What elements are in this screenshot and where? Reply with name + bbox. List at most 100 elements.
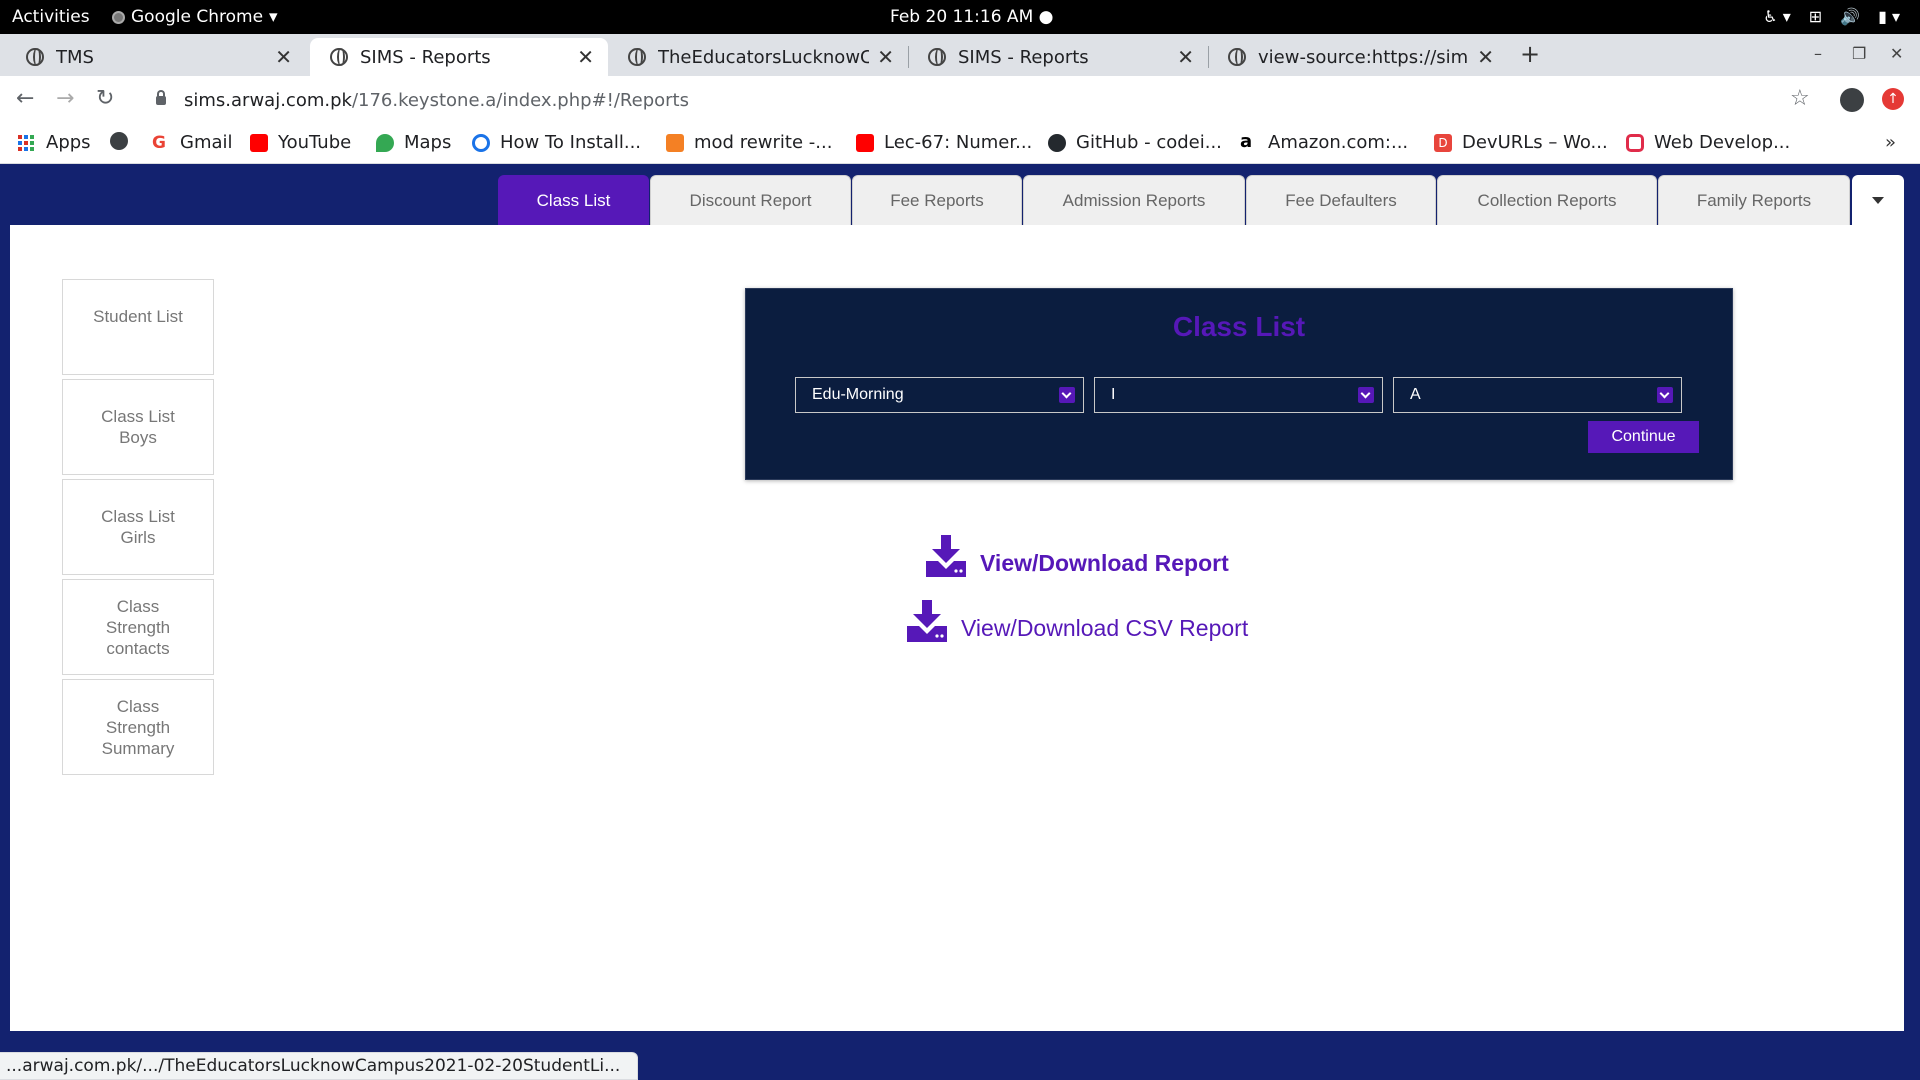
- bookmarks-overflow-icon[interactable]: »: [1885, 132, 1896, 153]
- bookmark-web-develop[interactable]: Web Develop...: [1626, 132, 1790, 153]
- bookmark-globe[interactable]: [110, 132, 138, 150]
- view-download-csv-label: View/Download CSV Report: [961, 615, 1249, 641]
- view-download-report-label: View/Download Report: [980, 550, 1229, 576]
- view-download-csv-link[interactable]: View/Download CSV Report: [905, 600, 1248, 642]
- new-tab-button[interactable]: +: [1520, 40, 1540, 68]
- web-develop-icon: [1626, 133, 1644, 152]
- tabs-more-dropdown[interactable]: [1852, 175, 1904, 225]
- chrome-icon: [112, 10, 125, 24]
- profile-avatar[interactable]: [1840, 88, 1864, 112]
- section-select[interactable]: A: [1393, 377, 1682, 413]
- tab-title: SIMS - Reports: [360, 46, 491, 68]
- section-select-value: A: [1410, 386, 1421, 403]
- globe-icon: [26, 48, 44, 66]
- loading-icon: [472, 133, 490, 152]
- tab-title: view-source:https://sims.a: [1258, 46, 1469, 68]
- close-icon[interactable]: ✕: [577, 45, 594, 69]
- activities-button[interactable]: Activities: [12, 7, 90, 27]
- system-tray[interactable]: ♿ ▾ ⊞ 🔊 ▮ ▾: [1763, 7, 1900, 26]
- tab-fee-defaulters[interactable]: Fee Defaulters: [1246, 175, 1436, 225]
- browser-tab-sims-reports-2[interactable]: SIMS - Reports ✕: [908, 38, 1208, 76]
- back-button[interactable]: ←: [16, 86, 34, 111]
- minimize-button[interactable]: –: [1814, 44, 1822, 63]
- bookmark-label: GitHub - codei...: [1076, 132, 1222, 153]
- tab-discount-report[interactable]: Discount Report: [650, 175, 851, 225]
- bookmark-gmail[interactable]: G Gmail: [152, 132, 233, 153]
- chevron-down-icon: [1657, 387, 1673, 403]
- panel-title: Class List: [1172, 311, 1306, 342]
- extension-icon[interactable]: ↑: [1882, 88, 1904, 110]
- accessibility-icon[interactable]: ♿ ▾: [1763, 7, 1790, 26]
- bookmark-devurls[interactable]: D DevURLs – Wo...: [1434, 132, 1608, 153]
- url-path: /176.keystone.a/index.php#!/Reports: [351, 89, 689, 111]
- globe-icon: [110, 132, 128, 150]
- tab-fee-reports[interactable]: Fee Reports: [852, 175, 1022, 225]
- bookmark-how-to-install[interactable]: How To Install...: [472, 132, 641, 153]
- bookmark-star-icon[interactable]: ☆: [1790, 86, 1810, 111]
- google-icon: G: [152, 133, 170, 152]
- app-menu[interactable]: Google Chrome ▾: [112, 7, 278, 27]
- globe-icon: [628, 48, 646, 66]
- restore-button[interactable]: ❐: [1852, 44, 1866, 63]
- bookmark-youtube[interactable]: YouTube: [250, 132, 351, 153]
- sidebar-item-class-strength-contacts[interactable]: Class Strength contacts: [62, 579, 214, 675]
- browser-tab-tms[interactable]: TMS ✕: [6, 38, 306, 76]
- bookmark-amazon[interactable]: a Amazon.com:...: [1240, 132, 1408, 153]
- sidebar-item-class-list-girls[interactable]: Class List Girls: [62, 479, 214, 575]
- bookmark-lec-67[interactable]: Lec-67: Numer...: [856, 132, 1032, 153]
- globe-icon: [330, 48, 348, 66]
- close-icon[interactable]: ✕: [877, 45, 894, 69]
- window-close-button[interactable]: ✕: [1890, 44, 1903, 63]
- tab-class-list[interactable]: Class List: [498, 175, 649, 225]
- view-download-report-link[interactable]: View/Download Report: [924, 535, 1229, 577]
- bookmark-github[interactable]: GitHub - codei...: [1048, 132, 1222, 153]
- bookmark-label: Web Develop...: [1654, 132, 1791, 153]
- class-select-value: I: [1111, 386, 1116, 403]
- sidebar-item-student-list[interactable]: Student List: [62, 279, 214, 375]
- github-icon: [1048, 133, 1066, 152]
- apps-grid-icon: [18, 134, 34, 151]
- amazon-icon: a: [1240, 130, 1253, 152]
- close-icon[interactable]: ✕: [1177, 45, 1194, 69]
- chevron-down-icon: [1059, 387, 1075, 403]
- browser-toolbar: ← → ↻ sims.arwaj.com.pk/176.keystone.a/i…: [0, 76, 1920, 124]
- sidebar-item-label: Student List: [93, 307, 183, 326]
- youtube-icon: [250, 133, 268, 152]
- class-list-panel: Class List Edu-Morning I A Continue: [745, 288, 1733, 480]
- forward-button[interactable]: →: [56, 86, 74, 111]
- sidebar-item-label: Class List Girls: [101, 507, 175, 547]
- download-icon: [907, 600, 947, 642]
- bookmark-label: mod rewrite -...: [694, 132, 833, 153]
- close-icon[interactable]: ✕: [1477, 45, 1494, 69]
- caret-down-icon: [1872, 196, 1884, 204]
- bookmark-mod-rewrite[interactable]: mod rewrite -...: [666, 132, 832, 153]
- sidebar-item-class-strength-summary[interactable]: Class Strength Summary: [62, 679, 214, 775]
- bookmark-label: How To Install...: [500, 132, 642, 153]
- close-icon[interactable]: ✕: [275, 45, 292, 69]
- campus-select[interactable]: Edu-Morning: [795, 377, 1084, 413]
- browser-tab-sims-reports[interactable]: SIMS - Reports ✕: [310, 38, 608, 76]
- sidebar-item-class-list-boys[interactable]: Class List Boys: [62, 379, 214, 475]
- tab-family-reports[interactable]: Family Reports: [1658, 175, 1850, 225]
- clock[interactable]: Feb 20 11:16 AM ●: [890, 7, 1053, 27]
- tab-collection-reports[interactable]: Collection Reports: [1437, 175, 1657, 225]
- reload-button[interactable]: ↻: [96, 86, 114, 111]
- link-status-bubble: ...arwaj.com.pk/.../TheEducatorsLucknowC…: [0, 1052, 638, 1080]
- bookmark-label: Maps: [404, 132, 452, 153]
- app-name: Google Chrome: [131, 7, 264, 27]
- bookmark-maps[interactable]: Maps: [376, 132, 451, 153]
- bookmarks-bar: Apps G Gmail YouTube Maps How To Install…: [0, 124, 1920, 164]
- browser-tab-educators[interactable]: TheEducatorsLucknowCa ✕: [608, 38, 908, 76]
- bookmark-label: Amazon.com:...: [1268, 132, 1409, 153]
- class-select[interactable]: I: [1094, 377, 1383, 413]
- devurls-icon: D: [1434, 133, 1452, 152]
- sidebar-item-label: Class Strength Summary: [101, 696, 175, 758]
- address-bar[interactable]: sims.arwaj.com.pk/176.keystone.a/index.p…: [140, 82, 1780, 118]
- lock-icon[interactable]: [156, 89, 166, 105]
- continue-button[interactable]: Continue: [1588, 421, 1699, 453]
- bookmark-apps[interactable]: Apps: [18, 132, 91, 153]
- tab-strip: TMS ✕ SIMS - Reports ✕ TheEducatorsLuckn…: [0, 34, 1920, 76]
- tab-admission-reports[interactable]: Admission Reports: [1023, 175, 1245, 225]
- browser-tab-view-source[interactable]: view-source:https://sims.a ✕: [1208, 38, 1508, 76]
- bookmark-label: Lec-67: Numer...: [884, 132, 1033, 153]
